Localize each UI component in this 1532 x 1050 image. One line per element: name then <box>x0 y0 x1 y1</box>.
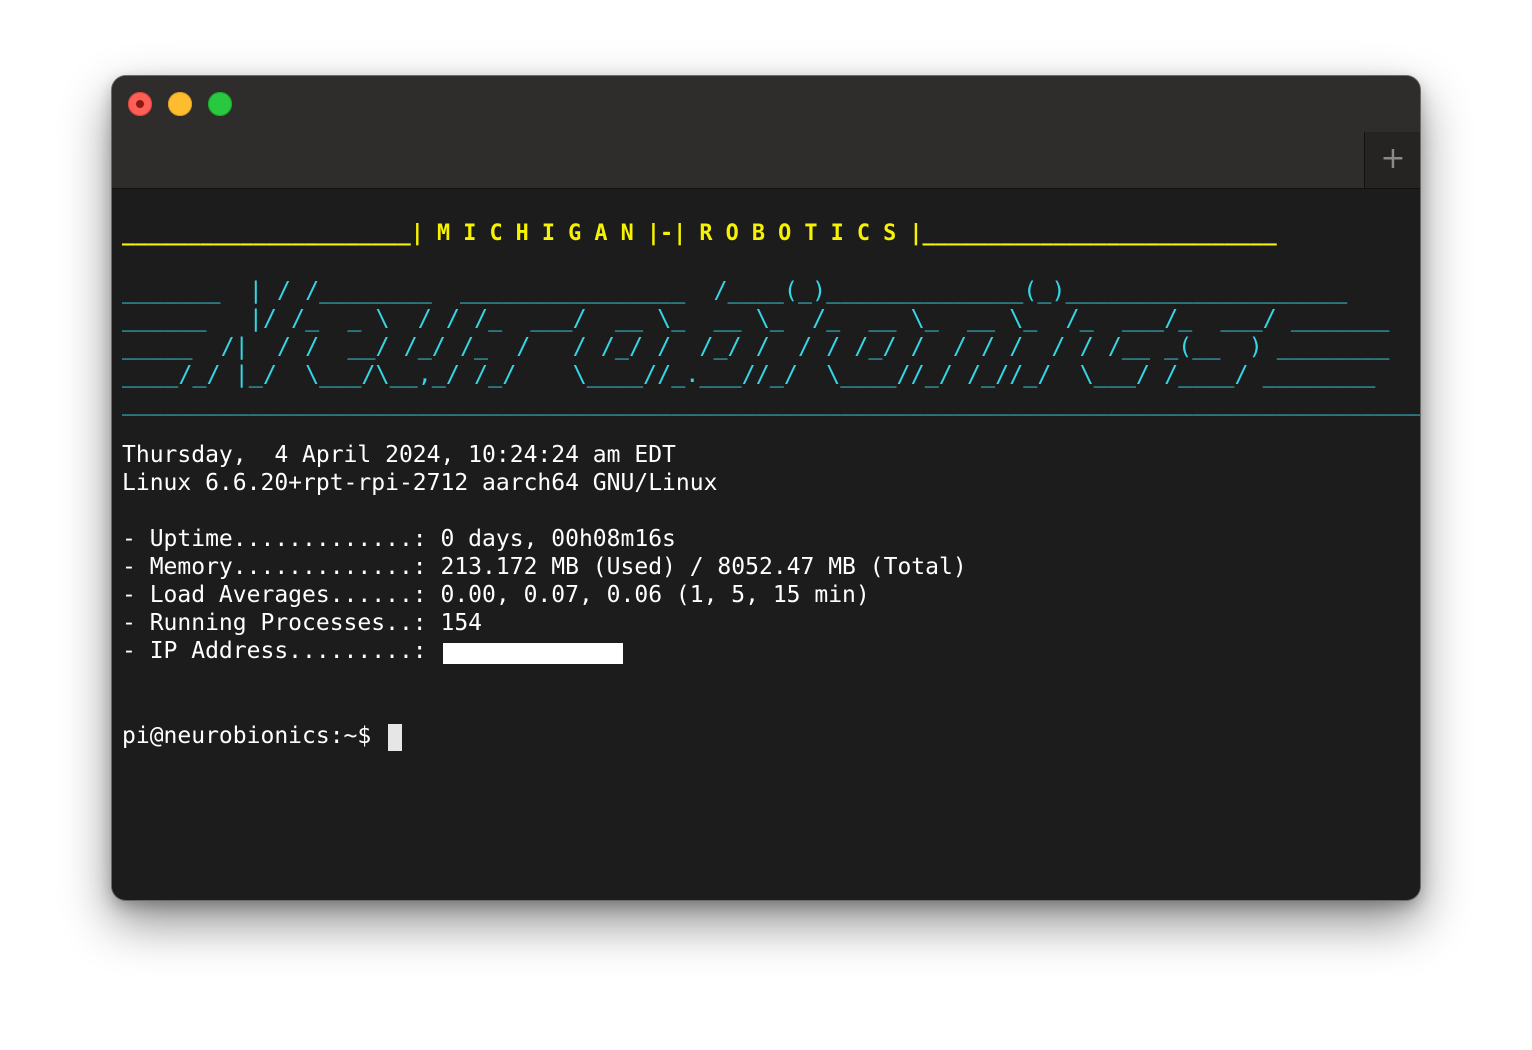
ascii-art-line-2: ______ |/ /_ _ \ / / /_ ___/ __ \_ __ \_… <box>122 304 1390 332</box>
load-averages-line: - Load Averages......: 0.00, 0.07, 0.06 … <box>122 582 870 608</box>
datetime-line: Thursday, 4 April 2024, 10:24:24 am EDT <box>122 442 676 468</box>
shell-prompt[interactable]: pi@neurobionics:~$ <box>122 722 385 750</box>
memory-line: - Memory.............: 213.172 MB (Used)… <box>122 554 967 580</box>
redacted-ip-value <box>443 643 623 664</box>
terminal-output[interactable]: ______________________| M I C H I G A N … <box>112 189 1420 900</box>
ascii-art-line-4: ____/_/ |_/ \___/\__,_/ /_/ \____//_.___… <box>122 360 1376 388</box>
michigan-robotics-banner: ______________________| M I C H I G A N … <box>122 221 1277 246</box>
terminal-window: + ______________________| M I C H I G A … <box>112 76 1420 900</box>
minimize-button[interactable] <box>168 92 192 116</box>
ip-address-line: - IP Address.........: <box>122 638 441 664</box>
ascii-art-line-3: _____ /| / / __/ /_/ /_ / / /_/ / /_/ / … <box>122 332 1390 360</box>
title-bar: + <box>112 76 1420 189</box>
new-tab-button[interactable]: + <box>1364 132 1420 188</box>
ascii-art-line-1: _______ | / /________ ________________ /… <box>122 276 1348 304</box>
text-cursor <box>388 724 402 751</box>
ascii-art-line-5: ________________________________________… <box>122 388 1420 416</box>
close-button[interactable] <box>128 92 152 116</box>
kernel-line: Linux 6.6.20+rpt-rpi-2712 aarch64 GNU/Li… <box>122 470 718 496</box>
close-icon <box>136 100 144 108</box>
running-processes-line: - Running Processes..: 154 <box>122 610 483 636</box>
zoom-button[interactable] <box>208 92 232 116</box>
uptime-line: - Uptime.............: 0 days, 00h08m16s <box>122 526 676 552</box>
